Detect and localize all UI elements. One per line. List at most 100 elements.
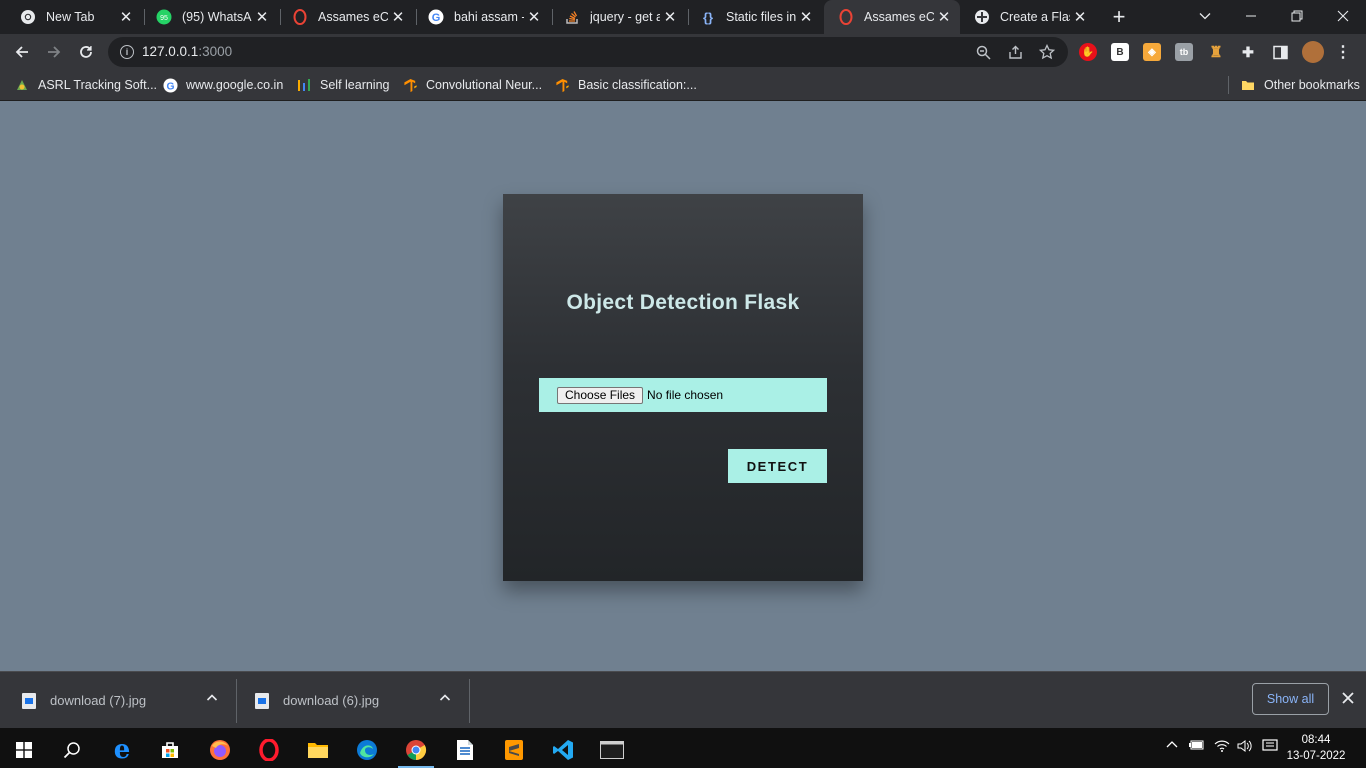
download-item[interactable]: download (7).jpg [22, 672, 222, 729]
puzzle-icon[interactable]: ✚ [1239, 43, 1257, 61]
page-title: Object Detection Flask [566, 291, 800, 314]
wifi-icon[interactable] [1214, 739, 1230, 756]
bookmark-google[interactable]: G www.google.co.in [162, 76, 283, 94]
bookmark-label: Convolutional Neur... [426, 78, 543, 92]
store-button[interactable] [150, 732, 190, 768]
tab-static-files[interactable]: {} Static files in Flask ✕ [686, 0, 822, 34]
chevron-up-icon[interactable] [206, 692, 218, 707]
reload-button[interactable] [72, 38, 100, 66]
tab-assames-eculture[interactable]: Assames eCulture ✕ [278, 0, 414, 34]
b-extension-icon[interactable]: B [1111, 43, 1129, 61]
url-host: 127.0.0.1 [142, 44, 199, 59]
chrome-icon [20, 9, 36, 25]
bookmark-basic-classification[interactable]: Basic classification:... [554, 76, 697, 94]
address-bar[interactable]: i 127.0.0.1:3000 [108, 37, 1068, 67]
bookmark-star-icon[interactable] [1038, 43, 1056, 61]
store-icon [162, 742, 178, 758]
tab-title: Static files in Flask [726, 10, 796, 24]
opera-icon [292, 9, 308, 25]
close-window-button[interactable] [1320, 0, 1366, 32]
close-tab-icon[interactable]: ✕ [524, 7, 544, 27]
minimize-button[interactable] [1228, 0, 1274, 32]
new-tab-button[interactable]: + [1107, 4, 1131, 29]
taskbar: e 08:44 13-07-2022 [0, 728, 1366, 768]
close-shelf-icon[interactable] [1338, 688, 1358, 708]
zoom-icon[interactable] [974, 43, 992, 61]
file-status-text: No file chosen [647, 388, 724, 402]
download-filename: download (6).jpg [283, 693, 380, 708]
close-tab-icon[interactable]: ✕ [388, 7, 408, 27]
url-text[interactable]: 127.0.0.1:3000 [142, 44, 232, 59]
tab-jquery[interactable]: jquery - get a ✕ [550, 0, 686, 34]
tb-extension-icon[interactable]: tb [1175, 43, 1193, 61]
bookmark-asrl[interactable]: ASRL Tracking Soft... [14, 76, 157, 94]
tab-whatsapp[interactable]: 95 (95) WhatsApp ✕ [142, 0, 278, 34]
firefox-icon [210, 740, 230, 760]
download-separator [469, 679, 470, 723]
honey-extension-icon[interactable]: ◈ [1143, 43, 1161, 61]
tab-title: Assames eCulture [864, 10, 934, 24]
tab-title: bahi assam - Google [454, 10, 524, 24]
edge-button[interactable] [347, 732, 387, 768]
system-clock[interactable]: 08:44 13-07-2022 [1284, 732, 1348, 764]
chevron-up-icon[interactable] [439, 692, 451, 707]
whatsapp-icon: 95 [156, 9, 172, 25]
minimize-icon [1246, 15, 1256, 17]
search-icon [63, 742, 80, 759]
close-tab-icon[interactable]: ✕ [660, 7, 680, 27]
restore-button[interactable] [1274, 0, 1320, 32]
file-input[interactable]: Choose Files No file chosen [539, 378, 827, 412]
start-button[interactable] [4, 732, 44, 768]
tab-google-search[interactable]: G bahi assam - Google ✕ [414, 0, 550, 34]
tab-create-flask[interactable]: Create a Flask ✕ [960, 0, 1096, 34]
close-tab-icon[interactable]: ✕ [252, 7, 272, 27]
svg-text:G: G [166, 81, 174, 92]
avatar[interactable] [1302, 41, 1324, 63]
stackoverflow-icon [564, 9, 580, 25]
chrome-button[interactable] [396, 732, 436, 768]
sublime-button[interactable] [494, 732, 534, 768]
vscode-button[interactable] [543, 732, 583, 768]
download-item[interactable]: download (6).jpg [255, 672, 455, 729]
bookmark-convolutional[interactable]: Convolutional Neur... [402, 76, 542, 94]
other-bookmarks[interactable]: Other bookmarks [1240, 76, 1360, 94]
close-tab-icon[interactable]: ✕ [1070, 7, 1090, 27]
close-tab-icon[interactable]: ✕ [796, 7, 816, 27]
side-panel-icon[interactable] [1271, 43, 1289, 61]
writer-button[interactable] [445, 732, 485, 768]
volume-icon[interactable] [1237, 739, 1253, 756]
share-icon[interactable] [1006, 43, 1024, 61]
show-all-button[interactable]: Show all [1252, 683, 1329, 715]
language-icon[interactable] [1262, 739, 1278, 756]
restore-icon [1291, 10, 1303, 22]
file-explorer-button[interactable] [298, 732, 338, 768]
back-button[interactable] [8, 38, 36, 66]
edge-legacy-button[interactable]: e [102, 732, 142, 768]
adblock-icon[interactable]: ✋ [1079, 43, 1097, 61]
browser-toolbar: i 127.0.0.1:3000 ✋ B ◈ tb ♜ ✚ ⋮ [0, 34, 1366, 70]
bookmark-self-learning[interactable]: Self learning [296, 76, 390, 94]
firefox-button[interactable] [200, 732, 240, 768]
close-tab-icon[interactable]: ✕ [934, 7, 954, 27]
menu-kebab-icon[interactable]: ⋮ [1334, 43, 1352, 61]
sublime-icon [505, 740, 523, 760]
windows-icon [16, 742, 32, 758]
forward-button[interactable] [40, 38, 68, 66]
tab-assames-eculture-active[interactable]: Assames eCulture ✕ [824, 0, 960, 34]
image-file-icon [22, 692, 36, 709]
battery-icon[interactable] [1189, 739, 1205, 754]
spy-extension-icon[interactable]: ♜ [1207, 43, 1225, 61]
tab-search-button[interactable] [1182, 0, 1228, 32]
svg-text:G: G [432, 12, 441, 24]
chevron-up-icon[interactable] [1166, 739, 1178, 754]
info-icon[interactable]: i [120, 45, 134, 59]
choose-files-button[interactable]: Choose Files [557, 386, 644, 404]
detect-button[interactable]: DETECT [728, 449, 827, 483]
tab-new-tab[interactable]: New Tab ✕ [6, 0, 142, 34]
download-separator [236, 679, 237, 723]
terminal-button[interactable] [592, 732, 632, 768]
search-button[interactable] [52, 732, 92, 768]
image-file-icon [255, 692, 269, 709]
close-tab-icon[interactable]: ✕ [116, 7, 136, 27]
opera-button[interactable] [249, 732, 289, 768]
